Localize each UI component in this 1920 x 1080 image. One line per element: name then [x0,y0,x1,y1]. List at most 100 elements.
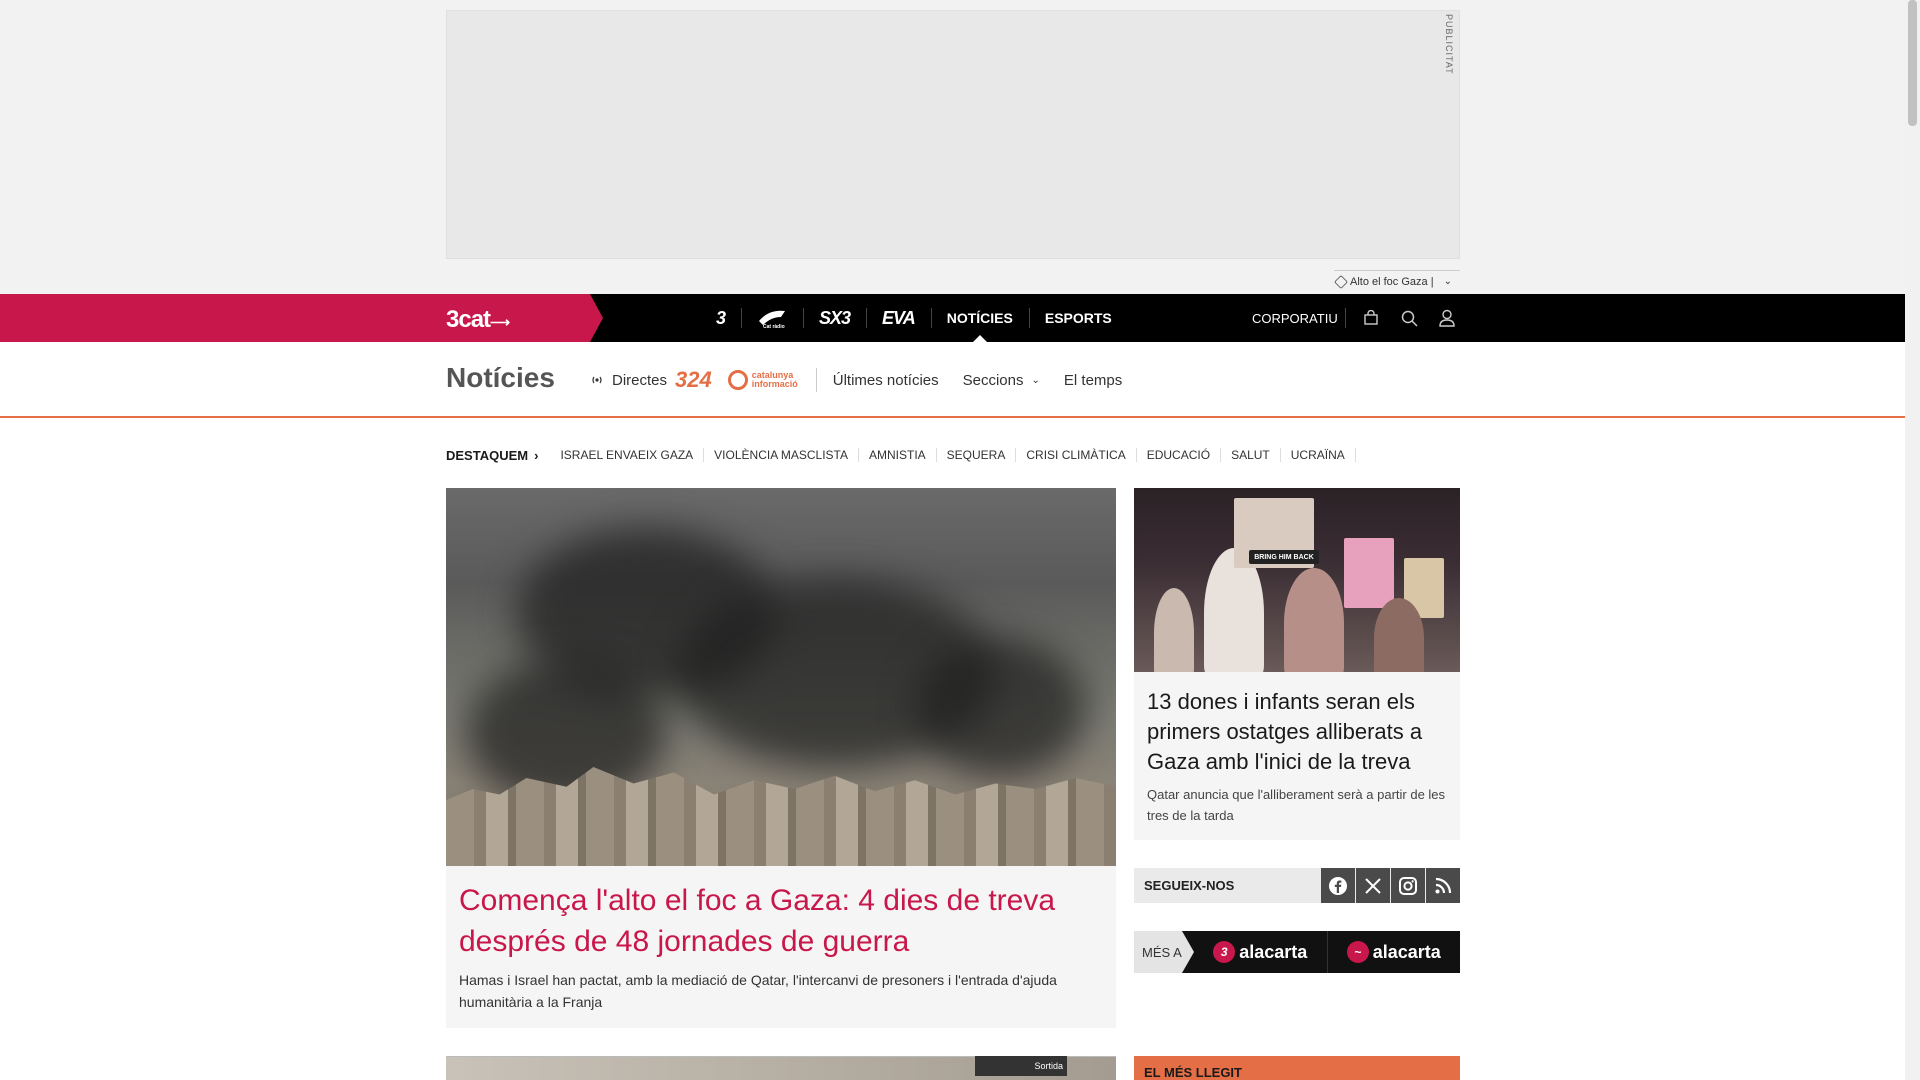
logo-324[interactable]: 324 [675,367,712,393]
channel-eva-label: EVA [882,307,916,328]
scrollbar-thumb[interactable] [1908,0,1917,126]
rss-icon[interactable] [1426,868,1460,903]
x-icon[interactable] [1356,868,1390,903]
chevron-right-icon: › [534,447,539,463]
destaquem-bar: DESTAQUEM › ISRAEL ENVAEIX GAZA VIOLÈNCI… [446,445,1356,465]
radio-mark-icon: ~ [1346,941,1369,963]
divider [1345,308,1346,328]
directes-link[interactable]: Directes [590,372,667,389]
tag-icon [1333,274,1349,289]
search-icon-svg [1401,310,1418,327]
main-article-card[interactable]: Comença l'alto el foc a Gaza: 4 dies de … [446,488,1116,1028]
svg-text:Cat ràdio: Cat ràdio [763,324,785,329]
alacarta-label: alacarta [1239,941,1308,962]
cart-icon[interactable] [1352,294,1390,342]
section-navigation: Notícies Directes 324 catalunya informac… [0,342,1905,418]
smoke-shape [916,638,1086,778]
logo-324-text: 324 [675,367,712,392]
channel-3-logo[interactable]: 3 [700,294,741,342]
brand-block [0,294,603,342]
tv3-mark-icon: 3 [1213,941,1236,963]
x-icon-svg [1365,877,1381,894]
instagram-icon-svg [1399,876,1417,895]
section-links: Directes 324 catalunya informació Últime… [590,342,1146,418]
photo-figure [1284,568,1344,672]
directes-label: Directes [612,371,668,389]
chevron-down-icon: ⌄ [1443,276,1452,287]
channel-sx3-logo[interactable]: SX3 [803,294,866,342]
destaquem-item[interactable]: EDUCACIÓ [1137,448,1222,462]
exit-sign-text: Sortida [1034,1061,1063,1071]
main-article-image[interactable] [446,488,1116,866]
seccions-label: Seccions [962,371,1024,389]
ad-banner[interactable] [446,10,1460,259]
channel-3-label: 3 [716,307,726,328]
photo-sign [1344,538,1394,608]
top-utility-icons [1345,294,1466,342]
destaquem-item[interactable]: CRISI CLIMÀTICA [1016,448,1137,462]
main-article-subtitle: Hamas i Israel han pactat, amb la mediac… [459,972,1057,1010]
destaquem-item[interactable]: VIOLÈNCIA MASCLISTA [704,448,859,462]
top-navigation-bar: 3cat⟶ 3 Cat ràdio SX3 EVA NOTÍCIES ESPOR… [0,294,1905,342]
facebook-icon-svg [1329,876,1347,895]
corporate-link[interactable]: CORPORATIU [1252,294,1338,342]
destaquem-item[interactable]: UCRAÏNA [1281,448,1356,462]
mes-a-label: MÉS A [1134,931,1194,973]
destaquem-item[interactable]: SEQUERA [937,448,1017,462]
catradio-icon: Cat ràdio [759,310,786,329]
cart-icon-svg [1364,310,1378,325]
nav-noticies[interactable]: NOTÍCIES [930,294,1029,342]
ultimes-noticies-link[interactable]: Últimes notícies [833,372,939,389]
brand-logo[interactable]: 3cat⟶ [446,306,510,334]
corporate-label: CORPORATIU [1252,310,1338,326]
nav-esports[interactable]: ESPORTS [1028,294,1128,342]
channel-eva-logo[interactable]: EVA [866,294,931,342]
facebook-icon[interactable] [1321,868,1355,903]
social-label: SEGUEIX-NOS [1144,878,1235,893]
exit-sign: Sortida [975,1056,1067,1076]
ultimes-noticies-label: Últimes notícies [832,371,939,389]
brand-logo-text: 3cat [446,306,491,333]
nav-esports-label: ESPORTS [1044,310,1112,326]
seccions-dropdown[interactable]: Seccions ⌄ [963,372,1040,389]
destaquem-label: DESTAQUEM [446,447,529,463]
el-temps-link[interactable]: El temps [1064,372,1122,389]
nav-noticies-label: NOTÍCIES [946,310,1013,326]
catinfo-circle-icon [727,370,748,390]
ad-tag-text: Alto el foc Gaza | [1350,275,1434,288]
destaquem-item[interactable]: SALUT [1221,448,1281,462]
photo-figure [1374,598,1424,672]
divider [815,368,817,392]
ad-zone: PUBLICITAT Alto el foc Gaza | ⌄ [0,0,1905,294]
live-broadcast-icon [592,376,602,384]
main-article-title[interactable]: Comença l'alto el foc a Gaza: 4 dies de … [459,880,1079,962]
scrollbar-track[interactable] [1905,0,1920,1080]
side-article-image[interactable]: BRING HIM BACK [1134,488,1460,672]
most-read-header: EL MÉS LLEGIT [1134,1056,1460,1080]
search-icon[interactable] [1390,294,1428,342]
ad-topic-tag[interactable]: Alto el foc Gaza | ⌄ [1333,270,1460,292]
3cat-alacarta-tv-link[interactable]: 3 alacarta [1194,931,1327,973]
brand-arrow-icon: ⟶ [490,314,510,330]
section-title[interactable]: Notícies [446,362,555,394]
photo-sign-text: BRING HIM BACK [1249,550,1319,564]
el-temps-label: El temps [1063,371,1123,389]
rss-icon-svg [1435,877,1452,893]
3cat-alacarta-radio-link[interactable]: ~ alacarta [1326,931,1461,973]
alacarta-label: alacarta [1372,941,1441,962]
channel-catradio-logo[interactable]: Cat ràdio [741,294,803,342]
destaquem-item[interactable]: AMNISTIA [859,448,937,462]
user-icon-svg [1439,309,1455,327]
logo-catalunya-informacio[interactable]: catalunya informació [727,370,798,390]
side-article-subtitle: Qatar anuncia que l'alliberament serà a … [1147,787,1446,823]
destaquem-title[interactable]: DESTAQUEM › [446,448,538,463]
catinfo-line2: informació [751,379,798,389]
destaquem-item[interactable]: ISRAEL ENVAEIX GAZA [550,448,705,462]
instagram-icon[interactable] [1391,868,1425,903]
side-article-card[interactable]: BRING HIM BACK 13 dones i infants seran … [1134,488,1460,840]
chevron-down-icon: ⌄ [1031,374,1040,386]
side-article-title[interactable]: 13 dones i infants seran els primers ost… [1147,687,1447,777]
mes-a-bar: MÉS A 3 alacarta ~ alacarta [1134,931,1460,973]
user-icon[interactable] [1428,294,1466,342]
ad-label: PUBLICITAT [1444,14,1454,75]
